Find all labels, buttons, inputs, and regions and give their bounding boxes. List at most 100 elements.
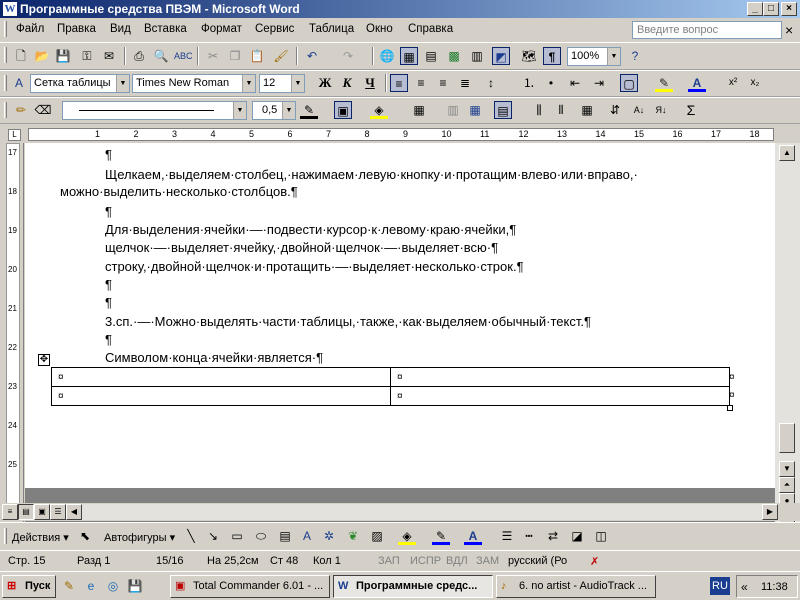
highlight-icon[interactable]: ✎	[655, 74, 673, 92]
table-cell[interactable]: ¤	[51, 367, 391, 387]
menu-insert[interactable]: Вставка	[144, 23, 187, 35]
doc-line[interactable]: ¶	[105, 147, 112, 162]
print-icon[interactable]: ⎙	[130, 47, 148, 65]
status-trk[interactable]: ИСПР	[410, 555, 441, 567]
show-hide-icon[interactable]: ¶	[543, 47, 561, 65]
redo-icon[interactable]: ↷	[339, 47, 357, 65]
scroll-left-icon[interactable]: ◀	[66, 504, 82, 520]
web-layout-view-icon[interactable]: ▤	[18, 504, 34, 520]
scroll-thumb[interactable]	[779, 423, 795, 453]
table-move-handle-icon[interactable]: ✥	[38, 354, 50, 366]
rectangle-tool-icon[interactable]: ▭	[228, 527, 246, 545]
align-left-icon[interactable]: ≡	[390, 74, 408, 92]
shading-color-icon[interactable]: ◈	[370, 101, 388, 119]
table-cell[interactable]: ¤	[390, 386, 730, 406]
start-button[interactable]: ⊞ Пуск	[2, 575, 56, 598]
numbering-icon[interactable]: ⒈	[520, 74, 538, 92]
close-button[interactable]: ×	[781, 2, 797, 16]
vruler-strip[interactable]: 17 18 19 20 21 22 23 24 25	[6, 143, 20, 518]
arrow-tool-icon[interactable]: ↘	[204, 527, 222, 545]
doc-line[interactable]: Для·выделения·ячейки·—·подвести·курсор·к…	[105, 222, 516, 237]
word-app-icon[interactable]: W	[3, 2, 17, 16]
table-resize-handle[interactable]	[727, 405, 733, 411]
align-center-icon[interactable]: ≡	[412, 74, 430, 92]
print-layout-view-icon[interactable]: ▣	[34, 504, 50, 520]
hyperlink-icon[interactable]: 🌐	[378, 47, 396, 65]
split-cells-icon[interactable]: ▦	[466, 101, 484, 119]
ruler-strip[interactable]: 1 2 3 4 5 6 7 8 9 10 11 12 13 14 15 16 17 18	[28, 128, 774, 141]
italic-button[interactable]: К	[338, 74, 356, 92]
help-icon[interactable]: ?	[626, 47, 644, 65]
3d-icon[interactable]: ◫	[592, 527, 610, 545]
dash-style-icon[interactable]: ┅	[520, 527, 538, 545]
distribute-columns-icon[interactable]: ⫴	[552, 101, 570, 119]
arrow-style-icon[interactable]: ⇄	[544, 527, 562, 545]
subscript-icon[interactable]: x₂	[746, 74, 764, 92]
text-direction-icon[interactable]: ⇵	[606, 101, 624, 119]
menu-tools[interactable]: Сервис	[255, 23, 294, 35]
select-objects-icon[interactable]: ⬉	[76, 527, 94, 545]
superscript-icon[interactable]: x²	[724, 74, 742, 92]
quicklaunch-ie-icon[interactable]: e	[82, 577, 100, 595]
decrease-indent-icon[interactable]: ⇤	[566, 74, 584, 92]
language-indicator[interactable]: RU	[710, 577, 730, 595]
vertical-ruler[interactable]: 17 18 19 20 21 22 23 24 25	[0, 143, 24, 523]
normal-view-icon[interactable]: ≡	[2, 504, 18, 520]
paste-icon[interactable]: 📋	[248, 47, 266, 65]
task-word-document[interactable]: W Программные средс...	[333, 575, 493, 598]
insert-table-icon[interactable]: ▤	[422, 47, 440, 65]
cut-icon[interactable]: ✂	[204, 47, 222, 65]
table-cell[interactable]: ¤	[390, 367, 730, 387]
style-combo[interactable]: Сетка таблицы ▼	[30, 74, 130, 93]
line-color-icon[interactable]: ✎	[432, 527, 450, 545]
table-cell[interactable]: ¤	[51, 386, 391, 406]
open-folder-icon[interactable]: 📂	[33, 47, 51, 65]
size-dropdown-icon[interactable]: ▼	[291, 75, 304, 92]
menu-format[interactable]: Формат	[201, 23, 242, 35]
tray-expand-icon[interactable]: «	[741, 580, 748, 594]
font-combo[interactable]: Times New Roman ▼	[132, 74, 256, 93]
fill-color-icon[interactable]: ◈	[398, 527, 416, 545]
task-audiotrack[interactable]: ♪ 6. no artist - AudioTrack ...	[496, 575, 656, 598]
doc-line[interactable]: 3.сп.·—·Можно·выделять·части·таблицы,·та…	[105, 314, 591, 329]
sort-descending-icon[interactable]: Я↓	[652, 101, 670, 119]
align-cell-icon[interactable]: ▤	[494, 101, 512, 119]
format-painter-icon[interactable]: 🖌	[272, 47, 290, 65]
draw-table-icon[interactable]: ✏	[12, 101, 30, 119]
copy-icon[interactable]: ❐	[226, 47, 244, 65]
doc-line[interactable]: щелчок·—·выделяет·ячейку,·двойной·щелчок…	[105, 240, 498, 255]
line-tool-icon[interactable]: ╲	[182, 527, 200, 545]
line-style-combo[interactable]: ▼	[62, 101, 247, 120]
font-dropdown-icon[interactable]: ▼	[242, 75, 255, 92]
actions-menu[interactable]: Действия ▾	[12, 531, 69, 544]
bullets-icon[interactable]: •	[542, 74, 560, 92]
previous-page-icon[interactable]: ⏶	[779, 477, 795, 493]
close-document-icon[interactable]: ×	[785, 22, 793, 38]
underline-button[interactable]: Ч	[361, 74, 379, 92]
print-preview-icon[interactable]: 🔍	[152, 47, 170, 65]
font-size-combo[interactable]: 12 ▼	[259, 74, 305, 93]
quicklaunch-tool-icon[interactable]: ✎	[60, 577, 78, 595]
distribute-rows-icon[interactable]: ⫼	[530, 101, 548, 119]
justify-icon[interactable]: ≣	[456, 74, 474, 92]
diagram-icon[interactable]: ✲	[320, 527, 338, 545]
vertical-scrollbar[interactable]: ▲ ▼ ⏶ ● ⏷	[775, 143, 800, 523]
permission-icon[interactable]: ⚿	[78, 47, 96, 65]
wordart-icon[interactable]: A	[298, 527, 316, 545]
minimize-button[interactable]: _	[747, 2, 763, 16]
spelling-status-icon[interactable]: ✗	[590, 555, 599, 568]
line-style-dropdown-icon[interactable]: ▼	[233, 102, 246, 119]
scroll-right-icon[interactable]: ▶	[762, 504, 778, 520]
spelling-icon[interactable]: ABC	[174, 47, 193, 65]
clock[interactable]: 11:38	[761, 581, 788, 593]
autoshapes-menu[interactable]: Автофигуры ▾	[104, 531, 175, 544]
insert-picture-icon[interactable]: ▨	[368, 527, 386, 545]
clipart-icon[interactable]: ❦	[344, 527, 362, 545]
columns-icon[interactable]: ▥	[468, 47, 486, 65]
autoformat-icon[interactable]: ▦	[578, 101, 596, 119]
autosum-icon[interactable]: Σ	[682, 101, 700, 119]
shadow-icon[interactable]: ◪	[568, 527, 586, 545]
menu-edit[interactable]: Правка	[57, 23, 96, 35]
doc-line[interactable]: ¶	[105, 204, 112, 219]
menu-help[interactable]: Справка	[408, 23, 453, 35]
